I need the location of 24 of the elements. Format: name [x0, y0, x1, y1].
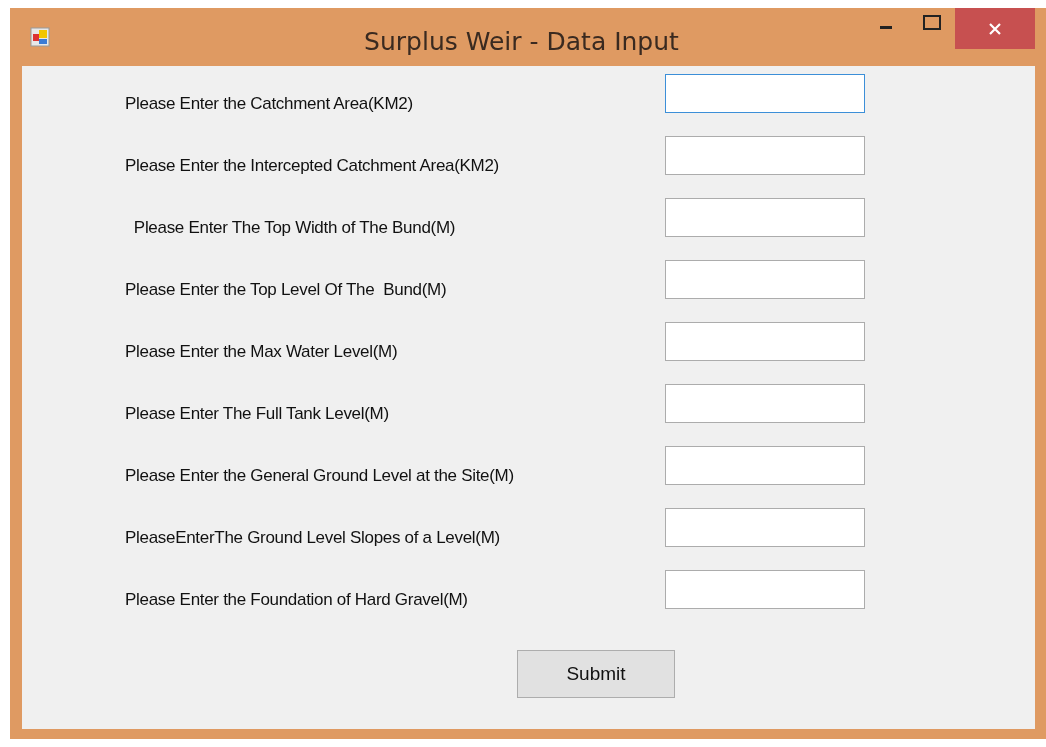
- field-label: PleaseEnterThe Ground Level Slopes of a Level(M): [125, 528, 501, 548]
- field-label: Please Enter The Full Tank Level(M): [125, 404, 390, 424]
- field-label: Please Enter the General Ground Level at the Site(M): [125, 466, 515, 486]
- input-field[interactable]: [665, 198, 865, 237]
- maximize-icon: [923, 15, 941, 31]
- field-label: Please Enter The Top Width of The Bund(M): [132, 218, 457, 238]
- input-field[interactable]: [665, 570, 865, 609]
- field-label: Please Enter the Top Level Of The Bund(M): [125, 280, 448, 300]
- input-field[interactable]: [665, 322, 865, 361]
- field-label: Please Enter the Intercepted Catchment Area(KM2): [125, 156, 500, 176]
- input-field[interactable]: [665, 260, 865, 299]
- input-field[interactable]: [665, 446, 865, 485]
- minimize-icon: [880, 25, 892, 29]
- window-title: Surplus Weir - Data Input: [363, 26, 680, 56]
- input-field[interactable]: [665, 136, 865, 175]
- submit-button[interactable]: Submit: [517, 650, 675, 698]
- field-label: Please Enter the Catchment Area(KM2): [125, 94, 414, 114]
- close-icon: [988, 21, 1002, 36]
- app-icon: [30, 27, 50, 47]
- field-label: Please Enter the Foundation of Hard Gravel(M): [125, 590, 469, 610]
- input-field[interactable]: [665, 384, 865, 423]
- input-field[interactable]: [665, 74, 865, 113]
- input-field[interactable]: [665, 508, 865, 547]
- field-label: Please Enter the Max Water Level(M): [125, 342, 399, 362]
